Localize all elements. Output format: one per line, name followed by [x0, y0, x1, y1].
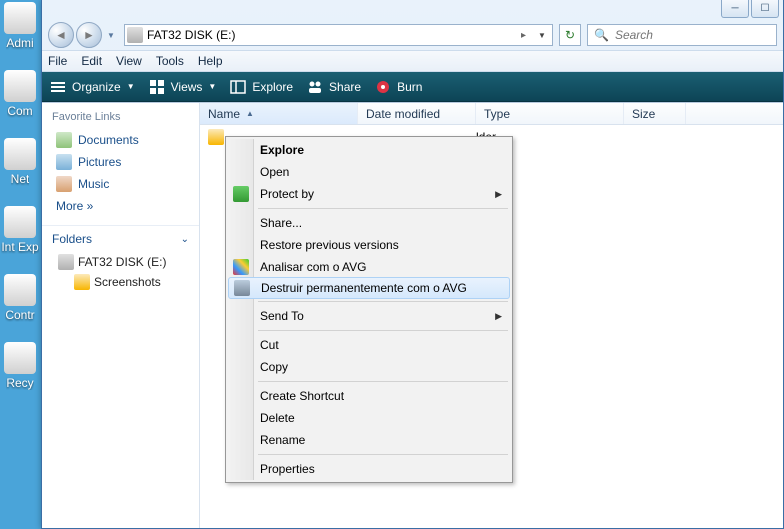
ctx-create-shortcut[interactable]: Create Shortcut	[228, 385, 510, 407]
ctx-share[interactable]: Share...	[228, 212, 510, 234]
share-button[interactable]: Share	[307, 79, 361, 95]
ctx-send-to[interactable]: Send To▶	[228, 305, 510, 327]
organize-button[interactable]: Organize ▼	[50, 79, 135, 95]
submenu-arrow-icon: ▶	[495, 311, 502, 322]
context-menu: Explore Open Protect by▶ Share... Restor…	[225, 136, 513, 483]
ctx-avg-destroy[interactable]: Destruir permanentemente com o AVG	[228, 277, 510, 299]
navbar: ◄ ► ▼ FAT32 DISK (E:) ▸ ▼ ↻ 🔍	[42, 20, 783, 50]
sort-ascending-icon: ▲	[246, 109, 254, 118]
favorites-header: Favorite Links	[42, 109, 199, 129]
ctx-restore[interactable]: Restore previous versions	[228, 234, 510, 256]
column-name[interactable]: Name ▲	[200, 103, 358, 124]
desktop-icons: Admi Com Net Int Exp Contr Recy	[0, 0, 40, 410]
navigation-pane: Favorite Links Documents Pictures Music …	[42, 103, 200, 528]
submenu-arrow-icon: ▶	[495, 189, 502, 200]
views-icon	[149, 79, 165, 95]
chevron-down-icon: ⌄	[181, 234, 189, 245]
explore-icon	[230, 79, 246, 95]
desktop-icon[interactable]: Contr	[0, 274, 40, 322]
separator	[258, 208, 508, 209]
favorites-more[interactable]: More »	[42, 195, 199, 217]
forward-button[interactable]: ►	[76, 22, 102, 48]
ctx-cut[interactable]: Cut	[228, 334, 510, 356]
menubar: File Edit View Tools Help	[42, 50, 783, 72]
desktop-icon[interactable]: Recy	[0, 342, 40, 390]
nav-history-dropdown[interactable]: ▼	[104, 22, 118, 48]
chevron-down-icon: ▼	[208, 82, 216, 91]
explore-button[interactable]: Explore	[230, 79, 293, 95]
folder-icon	[74, 274, 90, 290]
avg-icon	[233, 259, 249, 275]
address-path: FAT32 DISK (E:)	[147, 28, 513, 42]
column-type[interactable]: Type	[476, 103, 624, 124]
drive-icon	[127, 27, 143, 43]
tree-item-drive[interactable]: FAT32 DISK (E:)	[48, 252, 193, 272]
desktop-icon[interactable]: Int Exp	[0, 206, 40, 254]
views-button[interactable]: Views ▼	[149, 79, 217, 95]
folder-icon	[208, 129, 224, 145]
search-box[interactable]: 🔍	[587, 24, 777, 46]
pictures-icon	[56, 154, 72, 170]
refresh-button[interactable]: ↻	[559, 24, 581, 46]
share-icon	[307, 79, 323, 95]
burn-button[interactable]: Burn	[375, 79, 422, 95]
tree-item-folder[interactable]: Screenshots	[48, 272, 193, 292]
folder-tree: FAT32 DISK (E:) Screenshots	[42, 250, 199, 294]
address-bar[interactable]: FAT32 DISK (E:) ▸ ▼	[124, 24, 553, 46]
ctx-explore[interactable]: Explore	[228, 139, 510, 161]
music-icon	[56, 176, 72, 192]
ctx-avg-analyze[interactable]: Analisar com o AVG	[228, 256, 510, 278]
shredder-icon	[234, 280, 250, 296]
folders-header[interactable]: Folders ⌄	[42, 225, 199, 250]
favorite-music[interactable]: Music	[42, 173, 199, 195]
drive-icon	[58, 254, 74, 270]
column-headers: Name ▲ Date modified Type Size	[200, 103, 783, 125]
menu-tools[interactable]: Tools	[156, 54, 184, 68]
documents-icon	[56, 132, 72, 148]
refresh-icon: ↻	[565, 28, 575, 42]
ctx-protect-by[interactable]: Protect by▶	[228, 183, 510, 205]
breadcrumb-arrow-icon[interactable]: ▸	[517, 30, 530, 41]
ctx-open[interactable]: Open	[228, 161, 510, 183]
separator	[258, 301, 508, 302]
separator	[258, 330, 508, 331]
favorite-documents[interactable]: Documents	[42, 129, 199, 151]
menu-edit[interactable]: Edit	[81, 54, 102, 68]
desktop-icon[interactable]: Admi	[0, 2, 40, 50]
search-icon: 🔍	[594, 28, 609, 42]
menu-help[interactable]: Help	[198, 54, 223, 68]
ctx-rename[interactable]: Rename	[228, 429, 510, 451]
back-button[interactable]: ◄	[48, 22, 74, 48]
titlebar: ─ ☐	[42, 0, 783, 20]
chevron-down-icon: ▼	[127, 82, 135, 91]
search-input[interactable]	[615, 28, 772, 42]
menu-file[interactable]: File	[48, 54, 67, 68]
toolbar: Organize ▼ Views ▼ Explore Share Burn	[42, 72, 783, 102]
maximize-button[interactable]: ☐	[751, 0, 779, 18]
address-dropdown[interactable]: ▼	[534, 31, 550, 40]
column-size[interactable]: Size	[624, 103, 686, 124]
desktop-icon[interactable]: Net	[0, 138, 40, 186]
shield-icon	[233, 186, 249, 202]
organize-icon	[50, 79, 66, 95]
ctx-properties[interactable]: Properties	[228, 458, 510, 480]
column-date[interactable]: Date modified	[358, 103, 476, 124]
ctx-copy[interactable]: Copy	[228, 356, 510, 378]
favorite-pictures[interactable]: Pictures	[42, 151, 199, 173]
separator	[258, 454, 508, 455]
ctx-delete[interactable]: Delete	[228, 407, 510, 429]
separator	[258, 381, 508, 382]
desktop-icon[interactable]: Com	[0, 70, 40, 118]
burn-icon	[375, 79, 391, 95]
minimize-button[interactable]: ─	[721, 0, 749, 18]
menu-view[interactable]: View	[116, 54, 142, 68]
